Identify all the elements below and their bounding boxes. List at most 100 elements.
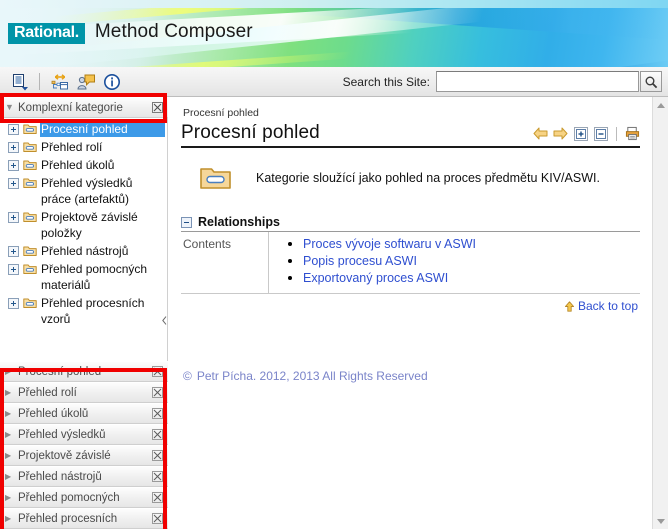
rational-logo: Rational. [8,23,85,44]
search-button[interactable] [640,71,662,92]
expand-collapse-tree-icon[interactable] [47,70,73,94]
tree-item[interactable]: Přehled procesních vzorů [0,294,167,328]
relationships-section: Relationships Contents Proces vývoje sof… [181,215,640,313]
relationships-row-value: Proces vývoje softwaru v ASWI Popis proce… [269,232,640,293]
title-row: Procesní pohled [181,122,640,148]
folder-icon [23,245,37,257]
back-to-top-label: Back to top [577,299,638,313]
folder-icon [23,263,37,275]
tree-item-label: Přehled procesních vzorů [41,296,145,326]
relationships-table: Contents Proces vývoje softwaru v ASWI Po… [181,232,640,294]
product-title: Method Composer [94,21,253,42]
collapsed-accordion-bar[interactable]: Přehled rolí [0,382,168,403]
pane-splitter[interactable] [161,97,168,529]
content-body: Procesní pohled Procesní pohled Kategori… [169,97,652,529]
collapsed-accordion-bar[interactable]: Přehled pomocných [0,487,168,508]
chevron-right-icon[interactable] [5,388,18,397]
site-search: Search this Site: [343,71,662,92]
tool-separator [616,126,617,141]
expand-all-icon[interactable] [573,126,588,141]
tree-item-label: Přehled rolí [41,140,103,154]
collapsed-accordion-bar[interactable]: Přehled nástrojů [0,466,168,487]
chevron-right-icon[interactable] [5,430,18,439]
collapsed-accordion-bar[interactable]: Přehled procesních [0,508,168,529]
rmc-published-site: Rational. Method Composer Search this Si… [0,0,668,529]
chevron-left-icon [162,315,167,325]
expand-plus-icon[interactable] [8,178,19,189]
chevron-right-icon[interactable] [5,514,18,523]
info-icon[interactable] [99,70,125,94]
tree-item[interactable]: Přehled pomocných materiálů [0,260,167,294]
copyright: © Petr Pícha. 2012, 2013 All Rights Rese… [181,369,640,383]
content-scrollbar[interactable] [652,97,668,529]
expand-plus-icon[interactable] [8,246,19,257]
site-toolbar: Search this Site: [0,67,668,97]
tree-item-label: Přehled výsledků práce (artefaktů) [41,176,133,206]
folder-icon [23,159,37,171]
tree-item[interactable]: Přehled úkolů [0,156,167,174]
search-label: Search this Site: [342,74,430,89]
accordion-label: Přehled výsledků [18,428,106,441]
tree-item[interactable]: Procesní pohled [0,120,167,138]
folder-icon [23,141,37,153]
glossary-icon[interactable] [73,70,99,94]
body-split: Komplexní kategorie Procesní pohled Přehl… [0,93,668,529]
relationships-title: Relationships [198,215,280,229]
tree-item[interactable]: Přehled rolí [0,138,167,156]
back-to-top-link[interactable]: Back to top [564,299,638,313]
search-input[interactable] [436,71,639,92]
tree-item[interactable]: Projektově závislé položky [0,208,167,242]
tree-item-label: Projektově závislé položky [41,210,138,240]
chevron-down-icon[interactable] [5,103,18,112]
collapsed-accordion-bar[interactable]: Přehled výsledků [0,424,168,445]
page-list-dropdown-icon[interactable] [7,70,33,94]
breadcrumb: Procesní pohled [183,107,259,119]
splitter-collapse-handle[interactable] [161,312,168,328]
accordion-bar-komplexni-kategorie[interactable]: Komplexní kategorie [0,97,168,118]
chevron-right-icon[interactable] [5,493,18,502]
chevron-right-icon[interactable] [5,472,18,481]
list-item: Proces vývoje softwaru v ASWI [303,236,640,252]
tree-item[interactable]: Přehled nástrojů [0,242,167,260]
expand-plus-icon[interactable] [8,264,19,275]
folder-icon [23,297,37,309]
collapsed-accordion-bar[interactable]: Procesní pohled [0,361,168,382]
scroll-up-icon[interactable] [653,97,668,113]
tree-item-label: Přehled pomocných materiálů [41,262,148,292]
relationships-row-key: Contents [181,232,269,293]
expand-plus-icon[interactable] [8,142,19,153]
list-item: Exportovaný proces ASWI [303,270,640,286]
content-link[interactable]: Exportovaný proces ASWI [303,271,448,285]
copyright-symbol: © [183,369,192,383]
forward-arrow-icon[interactable] [553,126,568,141]
expand-plus-icon[interactable] [8,298,19,309]
print-icon[interactable] [625,126,640,141]
brand-block: Rational. Method Composer [8,21,253,44]
collapse-all-icon[interactable] [593,126,608,141]
up-arrow-icon [564,300,575,312]
chevron-right-icon[interactable] [5,367,18,376]
collapsed-accordion-bar[interactable]: Projektově závislé [0,445,168,466]
tree-item-label: Přehled úkolů [41,158,115,172]
tree-panel-header[interactable]: Komplexní kategorie [0,97,168,118]
expand-plus-icon[interactable] [8,160,19,171]
accordion-label: Procesní pohled [18,365,102,378]
scroll-down-icon[interactable] [653,513,668,529]
content-link[interactable]: Proces vývoje softwaru v ASWI [303,237,476,251]
chevron-right-icon[interactable] [5,451,18,460]
back-arrow-icon[interactable] [533,126,548,141]
tree-item[interactable]: Přehled výsledků práce (artefaktů) [0,174,167,208]
expand-plus-icon[interactable] [8,124,19,135]
description-row: Kategorie sloužící jako pohled na proces… [199,164,640,191]
collapse-icon[interactable] [181,216,192,228]
category-tree[interactable]: Procesní pohled Přehled rolí Přehled úkolů… [0,120,167,364]
expand-plus-icon[interactable] [8,212,19,223]
banner-top-edge [0,0,668,8]
collapsed-accordion-bar[interactable]: Přehled úkolů [0,403,168,424]
chevron-right-icon[interactable] [5,409,18,418]
page-title: Procesní pohled [181,122,320,143]
left-navigation-pane: Komplexní kategorie Procesní pohled Přehl… [0,97,168,529]
tree-item-label: Procesní pohled [40,121,165,137]
accordion-label: Přehled nástrojů [18,470,102,483]
content-link[interactable]: Popis procesu ASWI [303,254,417,268]
